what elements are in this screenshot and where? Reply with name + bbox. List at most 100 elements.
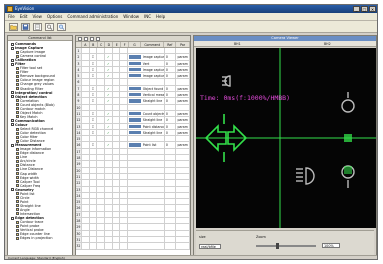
command-thumbnail[interactable]: [129, 225, 141, 228]
grid-cell[interactable]: [97, 230, 106, 236]
param-cell[interactable]: param: [176, 54, 190, 60]
ref-cell[interactable]: 0: [165, 60, 177, 66]
comment-cell[interactable]: [142, 205, 165, 211]
comment-cell[interactable]: Count objects: [142, 110, 165, 117]
grid-cell[interactable]: [82, 129, 90, 136]
active-check-icon[interactable]: [105, 199, 113, 205]
grid-cell[interactable]: [97, 85, 106, 92]
param-cell[interactable]: param: [176, 123, 190, 129]
comment-cell[interactable]: [142, 192, 165, 199]
grid-cell[interactable]: [97, 211, 106, 218]
grid-cell[interactable]: [120, 110, 129, 117]
grid-cell[interactable]: [82, 224, 90, 230]
command-thumbnail[interactable]: [129, 80, 141, 83]
grid-cell[interactable]: [113, 92, 121, 98]
grid-tool-icon[interactable]: [84, 37, 88, 41]
grid-cell[interactable]: [97, 123, 106, 129]
grid-column-header[interactable]: Par: [176, 42, 190, 47]
grid-cell[interactable]: [97, 48, 106, 54]
grid-column-header[interactable]: A: [82, 42, 90, 47]
ref-cell[interactable]: [165, 205, 177, 211]
grid-cell[interactable]: [120, 199, 129, 205]
grid-cell[interactable]: [120, 211, 129, 218]
active-check-icon[interactable]: [105, 136, 113, 142]
param-cell[interactable]: [176, 218, 190, 224]
ref-cell[interactable]: 0: [165, 117, 177, 123]
command-thumbnail[interactable]: [129, 74, 141, 78]
ref-cell[interactable]: 0: [165, 66, 177, 73]
grid-cell[interactable]: [113, 186, 121, 192]
zoom-value[interactable]: 100%: [322, 243, 340, 248]
menu-item-inc[interactable]: INC: [144, 14, 151, 19]
command-thumbnail[interactable]: [129, 238, 141, 241]
ref-cell[interactable]: [165, 218, 177, 224]
grid-cell[interactable]: [82, 192, 90, 199]
comment-cell[interactable]: [142, 79, 165, 85]
close-button[interactable]: ✕: [369, 6, 376, 12]
grid-cell[interactable]: [120, 205, 129, 211]
active-check-icon[interactable]: ✓: [105, 142, 113, 148]
comment-cell[interactable]: [142, 161, 165, 167]
comment-cell[interactable]: Image capture: [142, 54, 165, 60]
param-cell[interactable]: [176, 79, 190, 85]
ref-cell[interactable]: [165, 192, 177, 199]
comment-cell[interactable]: [142, 148, 165, 155]
param-cell[interactable]: [176, 230, 190, 236]
grid-cell[interactable]: [97, 148, 106, 155]
ref-cell[interactable]: [165, 211, 177, 218]
tree-command[interactable]: Edges in projection: [10, 236, 72, 240]
active-check-icon[interactable]: ✓: [105, 92, 113, 98]
command-thumbnail[interactable]: [129, 213, 141, 216]
save-file-icon[interactable]: [21, 23, 30, 31]
menu-item-options[interactable]: Options: [47, 14, 62, 19]
grid-cell[interactable]: [120, 167, 129, 173]
active-check-icon[interactable]: [105, 173, 113, 180]
param-cell[interactable]: [176, 155, 190, 161]
search-icon[interactable]: [45, 23, 54, 31]
param-cell[interactable]: [176, 205, 190, 211]
command-thumbnail[interactable]: [129, 49, 141, 52]
grid-cell[interactable]: [120, 92, 129, 98]
grid-cell[interactable]: [97, 224, 106, 230]
grid-tool-icon[interactable]: [90, 37, 94, 41]
grid-cell[interactable]: [97, 66, 106, 73]
comment-cell[interactable]: [142, 211, 165, 218]
ref-cell[interactable]: [165, 180, 177, 186]
grid-cell[interactable]: [97, 186, 106, 192]
grid-cell[interactable]: [82, 85, 90, 92]
grid-cell[interactable]: [97, 236, 106, 243]
param-cell[interactable]: [176, 192, 190, 199]
active-check-icon[interactable]: ✓: [105, 123, 113, 129]
grid-cell[interactable]: [113, 155, 121, 161]
grid-cell[interactable]: [82, 167, 90, 173]
grid-cell[interactable]: [97, 60, 106, 66]
command-thumbnail[interactable]: [129, 106, 141, 109]
active-check-icon[interactable]: ✓: [105, 66, 113, 73]
grid-cell[interactable]: [120, 155, 129, 161]
menu-item-help[interactable]: Help: [156, 14, 165, 19]
grid-cell[interactable]: [113, 54, 121, 60]
grid-cell[interactable]: [120, 60, 129, 66]
active-check-icon[interactable]: ✓: [105, 73, 113, 79]
ref-cell[interactable]: [165, 104, 177, 110]
grid-cell[interactable]: [120, 104, 129, 110]
param-cell[interactable]: param: [176, 73, 190, 79]
active-check-icon[interactable]: [105, 79, 113, 85]
grid-cell[interactable]: [82, 205, 90, 211]
param-cell[interactable]: [176, 148, 190, 155]
grid-cell[interactable]: [97, 54, 106, 60]
active-check-icon[interactable]: [105, 211, 113, 218]
grid-cell[interactable]: [113, 85, 121, 92]
grid-cell[interactable]: [113, 98, 121, 104]
grid-cell[interactable]: [82, 142, 90, 148]
param-cell[interactable]: [176, 186, 190, 192]
active-check-icon[interactable]: [105, 161, 113, 167]
grid-cell[interactable]: [113, 230, 121, 236]
grid-cell[interactable]: [113, 180, 121, 186]
comment-cell[interactable]: Image capture: [142, 73, 165, 79]
ref-cell[interactable]: 0: [165, 129, 177, 136]
param-cell[interactable]: param: [176, 117, 190, 123]
command-thumbnail[interactable]: [129, 156, 141, 159]
grid-cell[interactable]: [82, 79, 90, 85]
comment-cell[interactable]: Point distance: [142, 123, 165, 129]
